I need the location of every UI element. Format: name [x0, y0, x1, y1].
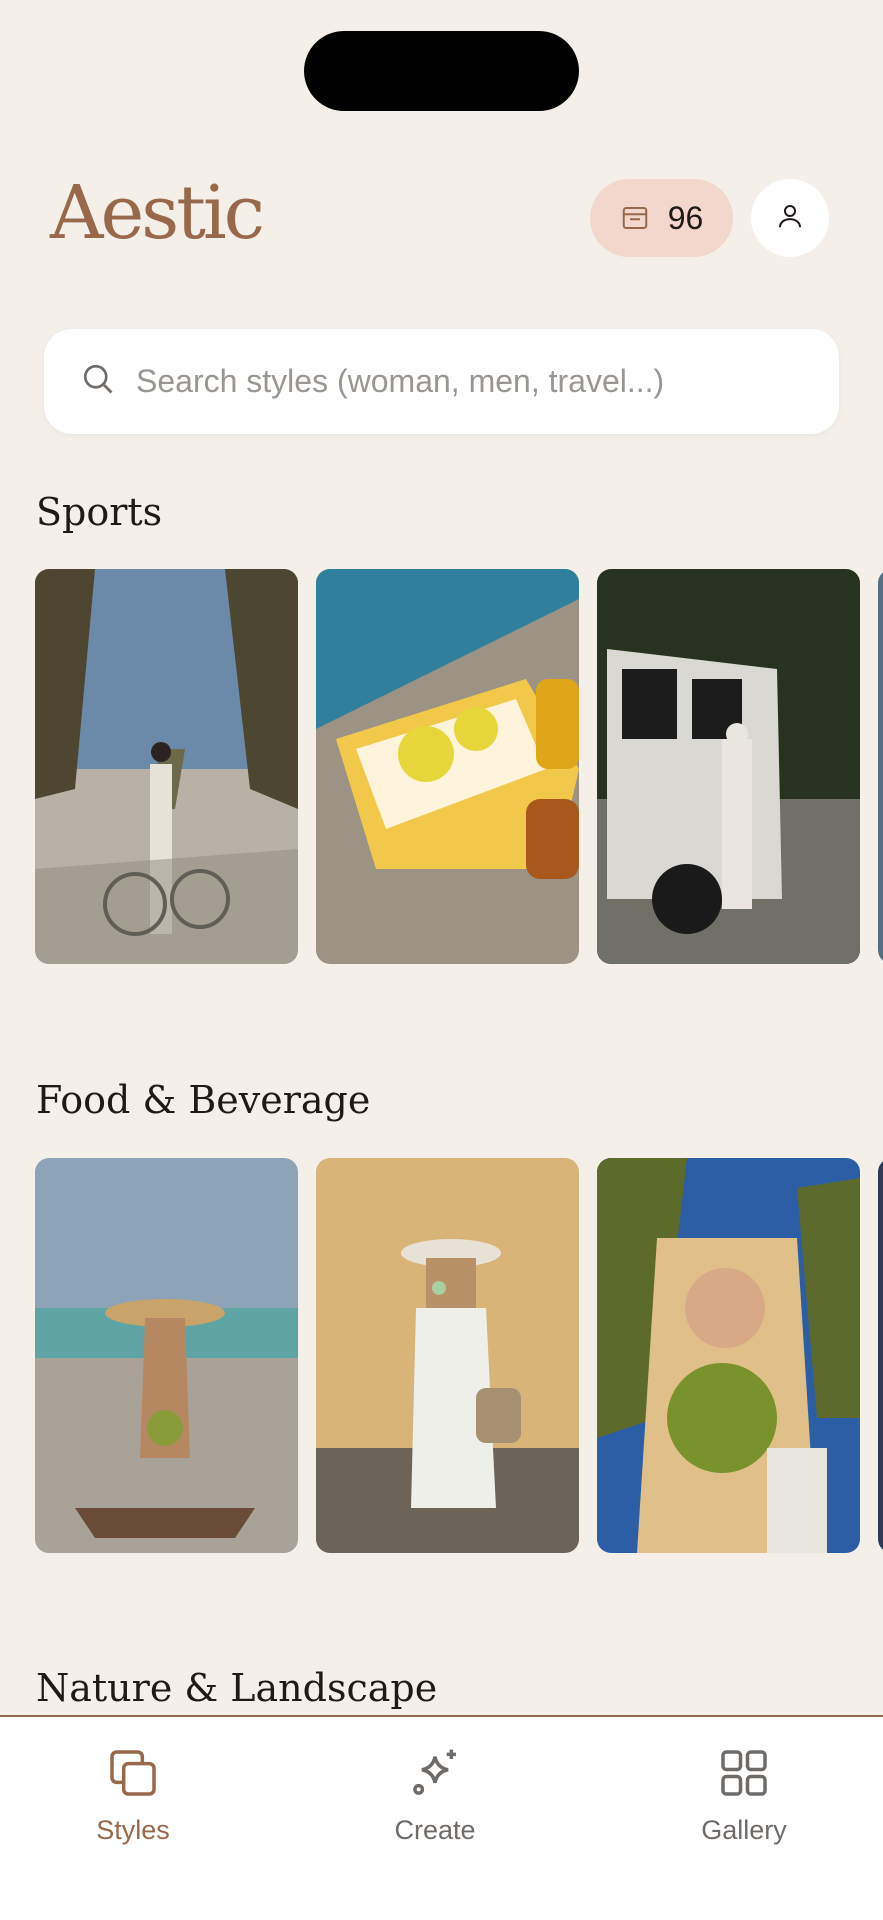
profile-button[interactable]: [751, 179, 829, 257]
sports-image-row[interactable]: [35, 569, 883, 964]
style-card[interactable]: [597, 1158, 860, 1553]
food-beverage-image-row[interactable]: [35, 1158, 883, 1553]
style-image: [597, 1158, 860, 1553]
search-bar[interactable]: [44, 329, 839, 434]
section-title-nature-landscape: Nature & Landscape: [36, 1666, 438, 1710]
nav-label: Gallery: [701, 1815, 787, 1845]
app-logo: Aestic: [50, 170, 265, 256]
styles-icon: [43, 1745, 223, 1801]
dynamic-island: [304, 31, 579, 111]
style-card[interactable]: [35, 1158, 298, 1553]
nav-tab-styles[interactable]: Styles: [43, 1745, 223, 1846]
sparkle-icon: [345, 1745, 525, 1801]
style-card[interactable]: [35, 569, 298, 964]
style-image: [878, 1158, 883, 1553]
style-card[interactable]: [597, 569, 860, 964]
grid-icon: [654, 1745, 834, 1801]
section-title-food-beverage: Food & Beverage: [36, 1078, 371, 1122]
style-image: [316, 1158, 579, 1553]
search-input[interactable]: [136, 363, 816, 400]
credits-button[interactable]: 96: [590, 179, 733, 257]
nav-tab-create[interactable]: Create: [345, 1745, 525, 1846]
style-image: [878, 569, 883, 964]
credits-count: 96: [667, 199, 704, 236]
style-card[interactable]: [316, 569, 579, 964]
user-icon: [775, 201, 805, 236]
style-image: [316, 569, 579, 964]
search-icon: [80, 361, 116, 402]
section-title-sports: Sports: [36, 490, 163, 534]
nav-tab-gallery[interactable]: Gallery: [654, 1745, 834, 1846]
style-card[interactable]: [878, 1158, 883, 1553]
bottom-nav: Styles Create Gallery: [0, 1715, 883, 1920]
style-card[interactable]: [316, 1158, 579, 1553]
nav-label: Create: [394, 1815, 476, 1845]
style-image: [35, 569, 298, 964]
style-image: [597, 569, 860, 964]
wallet-icon: [620, 203, 650, 233]
style-image: [35, 1158, 298, 1553]
nav-label: Styles: [96, 1815, 170, 1845]
style-card[interactable]: [878, 569, 883, 964]
